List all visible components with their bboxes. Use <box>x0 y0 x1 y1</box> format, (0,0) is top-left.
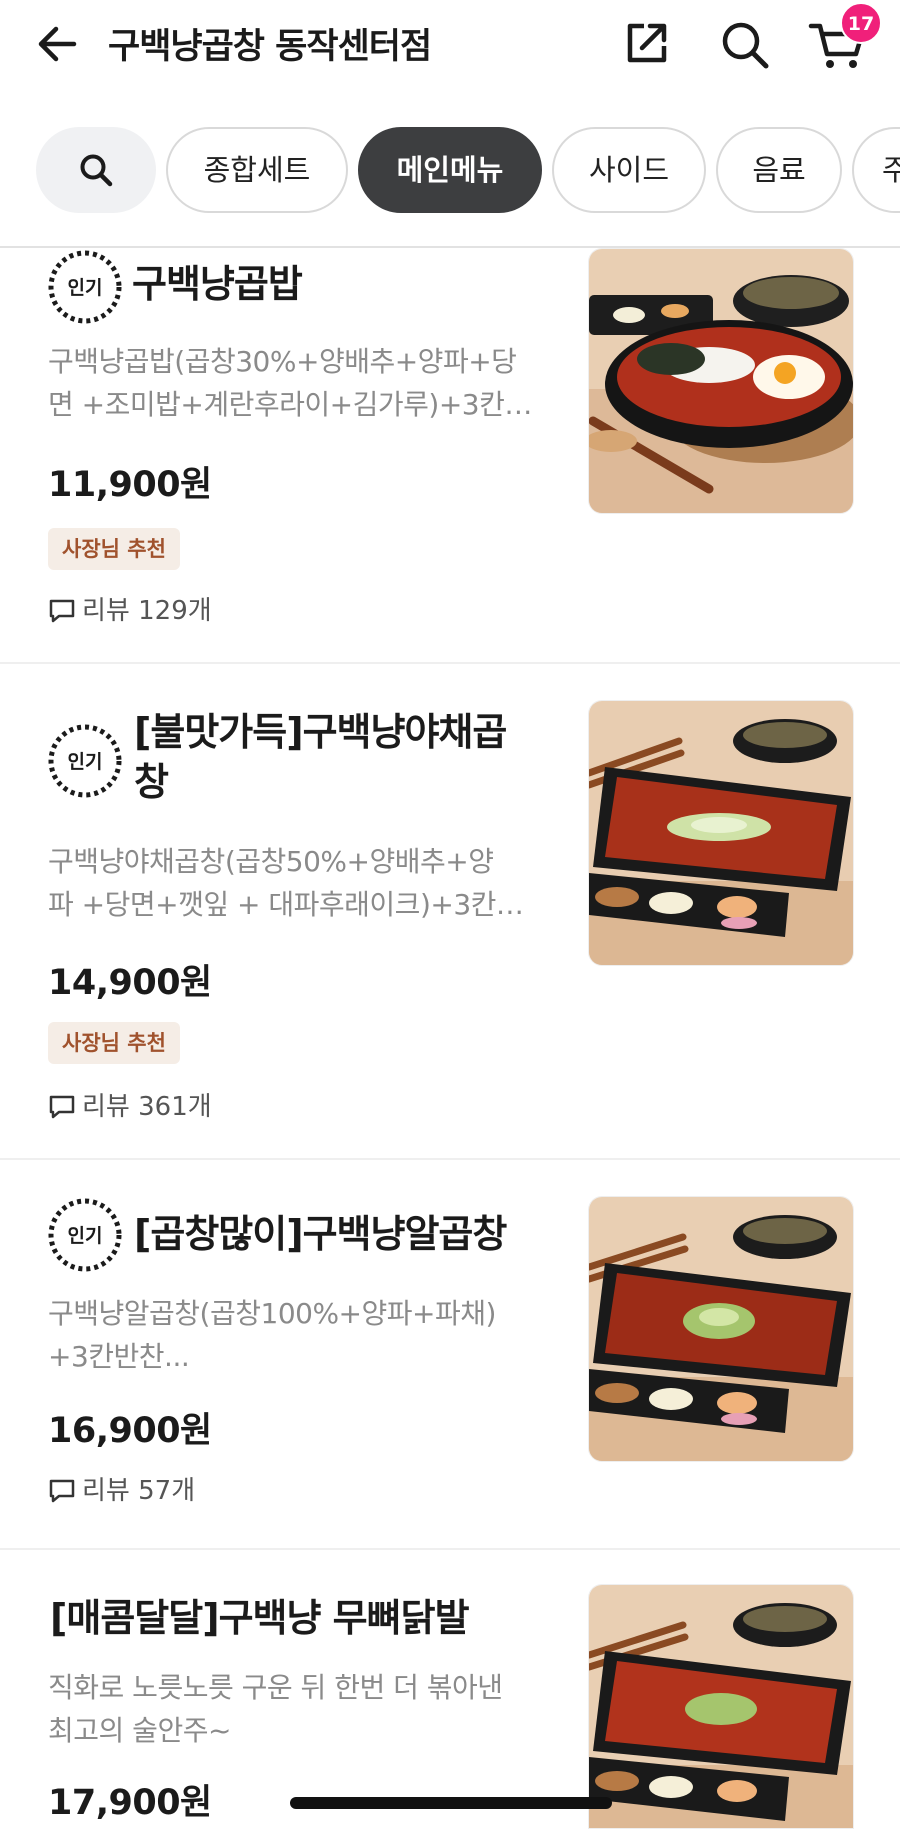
item-desc-line2: +3칸반찬... <box>48 1340 190 1373</box>
item-photo-yachae-gopchang <box>588 700 854 966</box>
item-desc-line1: 구백냥야채곱창(곱창50%+양배추+양 <box>48 845 494 878</box>
item-title-line2: 창 <box>134 760 169 804</box>
review-count: 리뷰 129개 <box>48 590 212 627</box>
review-text: 리뷰 129개 <box>82 596 212 626</box>
menu-item[interactable]: [매콤달달]구백냥 무뼈닭발 직화로 노릇노릇 구운 뒤 한번 더 볶아낸 최고… <box>0 1584 900 1829</box>
app-header: 구백냥곱창 동작센터점 17 <box>0 0 900 100</box>
item-desc-line1: 구백냥알곱창(곱창100%+양파+파채) <box>48 1297 496 1330</box>
tab-side[interactable]: 사이드 <box>552 127 706 213</box>
item-photo-gopbap <box>588 248 854 514</box>
review-count: 리뷰 361개 <box>48 1086 212 1123</box>
food-image <box>589 1197 853 1461</box>
food-image <box>589 701 853 965</box>
comment-icon <box>49 1479 75 1503</box>
item-title-line1: [불맛가득]구백냥야채곱 <box>134 710 507 754</box>
share-button[interactable] <box>622 18 672 68</box>
item-price: 17,900원 <box>48 1783 212 1823</box>
item-desc-line2: 면 +조미밥+계란후라이+김가루)+3칸… <box>48 388 532 421</box>
search-icon <box>722 22 769 69</box>
back-arrow-icon <box>38 26 77 62</box>
item-price: 14,900원 <box>48 963 212 1003</box>
menu-item[interactable]: 인기 [곱창많이]구백냥알곱창 구백냥알곱창(곱창100%+양파+파채) +3칸… <box>0 1196 900 1548</box>
item-divider <box>0 1548 900 1550</box>
comment-icon <box>49 599 75 623</box>
page-title: 구백냥곱창 동작센터점 <box>108 27 432 67</box>
item-title: [매콤달달]구백냥 무뼈닭발 <box>50 1596 470 1640</box>
hot-badge-label: 인기 <box>68 277 103 299</box>
review-text: 리뷰 361개 <box>82 1092 212 1122</box>
tab-drinks[interactable]: 음료 <box>716 127 842 213</box>
tab-main-menu[interactable]: 메인메뉴 <box>358 127 542 213</box>
search-icon <box>80 154 113 187</box>
home-indicator <box>290 1797 612 1809</box>
item-desc-line2: 최고의 술안주~ <box>48 1714 231 1747</box>
cart-count-badge: 17 <box>840 2 882 44</box>
item-title: 구백냥곱밥 <box>132 262 303 306</box>
hot-badge-icon: 인기 <box>48 724 122 798</box>
menu-search-button[interactable] <box>36 127 156 213</box>
owner-recommend-badge: 사장님 추천 <box>48 528 180 570</box>
item-desc-line1: 구백냥곱밥(곱창30%+양배추+양파+당 <box>48 345 517 378</box>
hot-badge-label: 인기 <box>68 1225 103 1247</box>
comment-icon <box>49 1095 75 1119</box>
owner-recommend-badge: 사장님 추천 <box>48 1022 180 1064</box>
item-price: 11,900원 <box>48 465 212 505</box>
menu-item[interactable]: 인기 구백냥곱밥 구백냥곱밥(곱창30%+양배추+양파+당 면 +조미밥+계란후… <box>0 248 900 662</box>
item-desc-line1: 직화로 노릇노릇 구운 뒤 한번 더 볶아낸 <box>48 1671 503 1704</box>
menu-item[interactable]: 인기 [불맛가득]구백냥야채곱 창 구백냥야채곱창(곱창50%+양배추+양 파 … <box>0 700 900 1158</box>
share-icon <box>627 23 667 63</box>
tab-more[interactable]: 주 <box>852 127 900 213</box>
hot-badge-label: 인기 <box>68 751 103 773</box>
item-divider <box>0 1158 900 1160</box>
search-button[interactable] <box>718 18 772 72</box>
item-photo-al-gopchang <box>588 1196 854 1462</box>
review-count: 리뷰 57개 <box>48 1470 195 1507</box>
review-text: 리뷰 57개 <box>82 1476 196 1506</box>
item-divider <box>0 662 900 664</box>
food-image <box>589 1585 853 1828</box>
tab-combo-set[interactable]: 종합세트 <box>166 127 348 213</box>
hot-badge-icon: 인기 <box>48 250 122 324</box>
category-tabs: 종합세트 메인메뉴 사이드 음료 주 <box>0 126 900 216</box>
item-photo-mubbyeo-dakbal <box>588 1584 854 1829</box>
back-button[interactable] <box>34 20 82 68</box>
item-price: 16,900원 <box>48 1411 212 1451</box>
item-desc-line2: 파 +당면+깻잎 + 대파후래이크)+3칸… <box>48 888 524 921</box>
item-title: [곱창많이]구백냥알곱창 <box>134 1212 507 1256</box>
food-image <box>589 249 853 513</box>
hot-badge-icon: 인기 <box>48 1198 122 1272</box>
